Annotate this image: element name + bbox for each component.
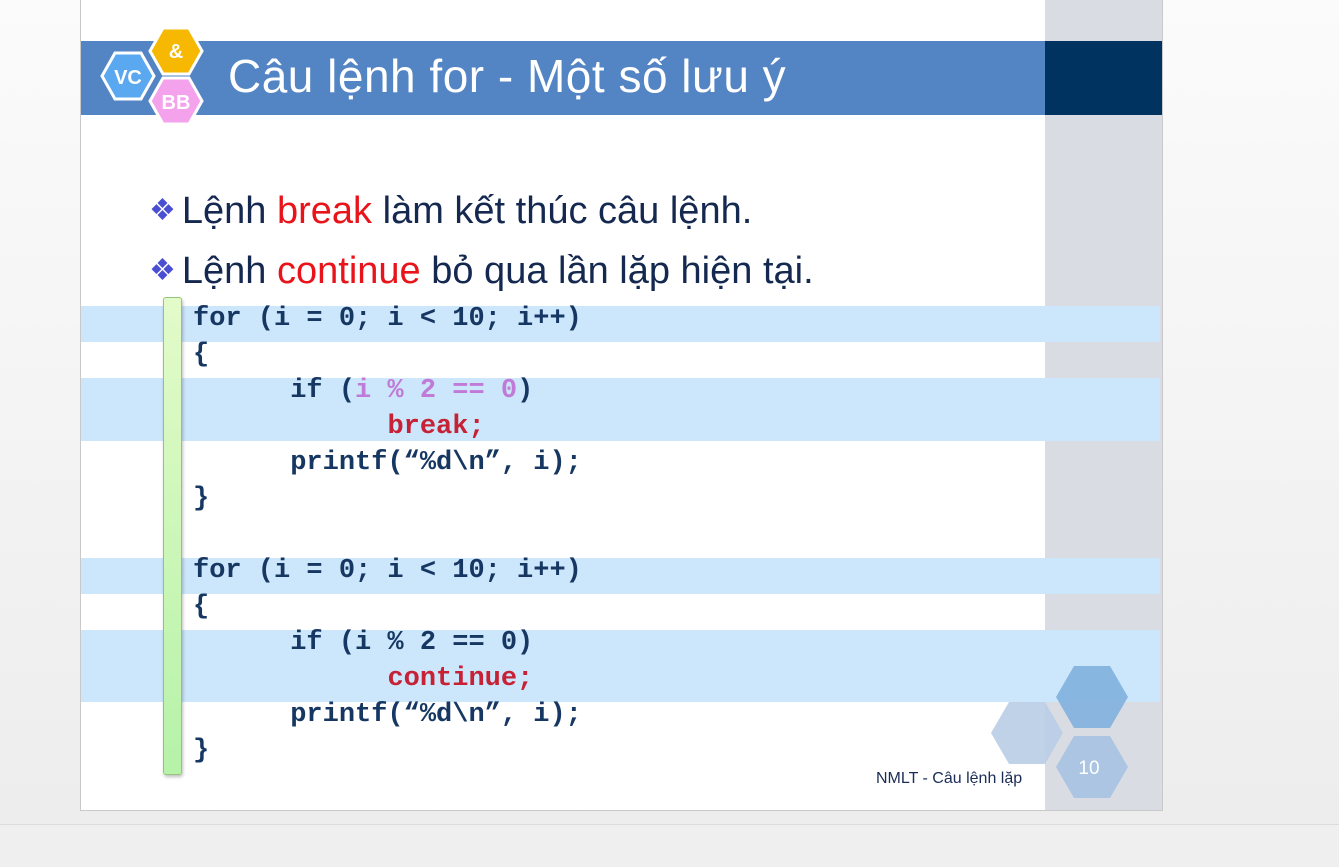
code-token-break: break; [387, 412, 485, 442]
code-line: for (i = 0; i < 10; i++) [193, 556, 582, 586]
logo-text-left: VC [114, 67, 142, 89]
vcbb-logo: & VC BB [100, 26, 204, 126]
bullet-text: làm kết thúc câu lệnh. [372, 190, 753, 232]
title-bar-dark-block [1045, 41, 1162, 115]
code-line: continue; [193, 664, 533, 700]
decorative-hexagons [991, 666, 1128, 798]
page-number: 10 [1078, 758, 1100, 779]
bullet-text: bỏ qua lần lặp hiện tại. [420, 250, 814, 292]
code-token: ) [517, 376, 534, 406]
code-line: } [193, 736, 210, 766]
diamond-bullet-icon: ❖ [149, 254, 176, 287]
logo-text-bottom: BB [162, 92, 191, 114]
bullet-continue: ❖ Lệnh continue bỏ qua lần lặp hiện tại. [149, 250, 814, 293]
slide-title: Câu lệnh for - Một số lưu ý [228, 50, 787, 102]
code-line: break; [193, 412, 485, 448]
bullet-keyword: continue [277, 250, 421, 292]
code-token-continue: continue; [387, 664, 534, 694]
code-line: { [193, 340, 210, 370]
code-token-condition: i % 2 == 0 [355, 376, 518, 406]
bullet-keyword: break [277, 190, 373, 232]
code-line: { [193, 592, 210, 622]
code-marker-bar [163, 297, 182, 775]
logo-text-top: & [169, 41, 183, 63]
slide: & VC BB Câu lệnh for - Một số lưu ý ❖ Lện… [80, 0, 1163, 811]
bullet-text: Lệnh [181, 190, 277, 232]
code-line: printf(“%d\n”, i); [193, 448, 582, 478]
code-line: } [193, 484, 210, 514]
code-line: for (i = 0; i < 10; i++) [193, 304, 582, 334]
code-token: if ( [193, 376, 356, 406]
code-line: printf(“%d\n”, i); [193, 700, 582, 730]
code-line: if (i % 2 == 0) [193, 628, 534, 658]
code-line: if (i % 2 == 0) [193, 376, 533, 412]
diamond-bullet-icon: ❖ [149, 194, 176, 227]
bullet-break: ❖ Lệnh break làm kết thúc câu lệnh. [149, 190, 752, 233]
bullet-text: Lệnh [181, 250, 277, 292]
bottom-strip [0, 824, 1339, 867]
